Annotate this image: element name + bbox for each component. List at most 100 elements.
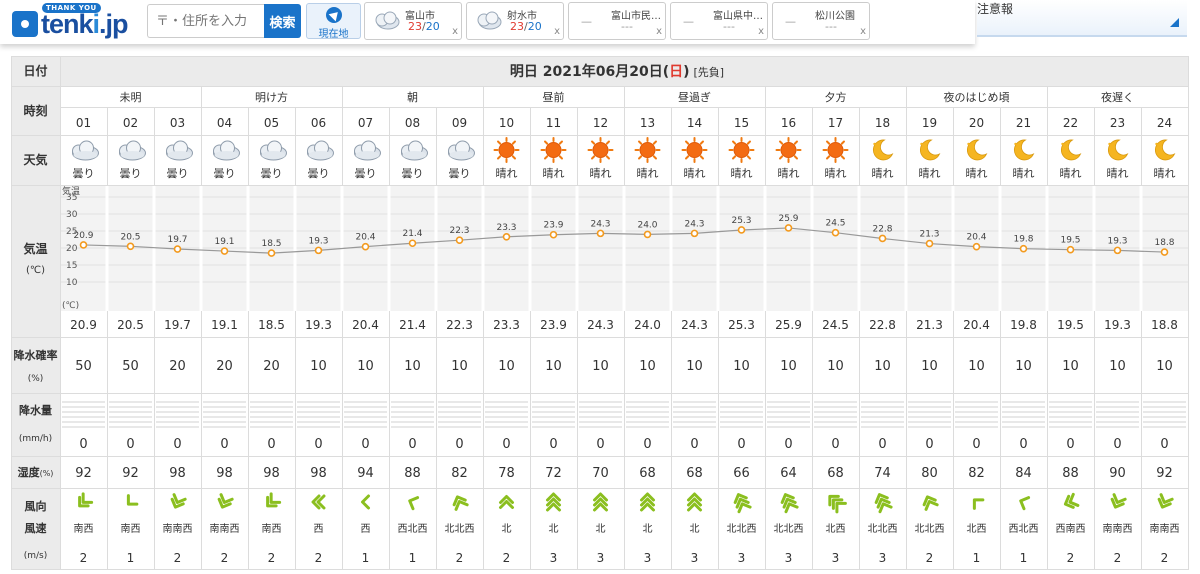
wind-dir-value: 西南西	[1056, 522, 1086, 535]
temp-value: 24.3	[681, 318, 708, 332]
weather-label: 天気	[23, 152, 47, 167]
precip-prob-value: 10	[451, 359, 468, 374]
sunny-icon	[728, 137, 755, 163]
temp-data-label: 19.5	[1060, 236, 1080, 246]
current-location-button[interactable]: 現在地	[306, 3, 361, 40]
table-border	[11, 56, 1189, 570]
precip-amt-lane	[1096, 421, 1139, 423]
wind-direction-icon	[687, 492, 702, 512]
precip-amt-lane	[626, 401, 669, 403]
weather-text: 曇り	[308, 167, 330, 180]
remove-place-icon[interactable]: x	[656, 26, 662, 37]
precip-prob-value: 10	[874, 359, 891, 374]
weather-text: 曇り	[167, 167, 189, 180]
wind-speed-value: 2	[1067, 551, 1075, 565]
wind-dir-value: 北北西	[445, 523, 475, 535]
precip-amt-value: 0	[737, 437, 745, 452]
wind-direction-icon	[972, 498, 985, 510]
precip-prob-unit-label: (%)	[28, 374, 44, 384]
place-temps: ---	[621, 20, 633, 33]
humidity-value: 88	[404, 466, 421, 481]
precip-amt-lane	[438, 426, 481, 428]
remove-place-icon[interactable]: x	[452, 26, 458, 37]
hourly-forecast-table: 353025201510気温(℃)日付時刻天気気温(℃)降水確率(%)降水量(m…	[11, 56, 1189, 570]
humidity-value: 94	[357, 466, 374, 481]
wind-dir-value: 南南西	[1150, 522, 1180, 535]
period-label: 夜遅く	[1101, 90, 1134, 104]
precip-amt-lane	[626, 421, 669, 423]
precip-amt-value: 0	[1160, 437, 1168, 452]
humidity-value: 72	[545, 466, 562, 481]
humidity-value: 90	[1109, 466, 1126, 481]
precip-amt-lane	[438, 401, 481, 403]
precip-amt-lane	[156, 411, 199, 413]
precip-amt-lane	[767, 421, 810, 423]
place-name: 富山市民…	[611, 11, 661, 22]
humidity-value: 98	[216, 466, 233, 481]
precip-amt-lane	[203, 401, 246, 403]
precip-amt-lane	[109, 416, 152, 418]
precip-prob-value: 10	[498, 359, 515, 374]
precip-prob-value: 20	[263, 359, 280, 374]
location-arrow-icon	[326, 7, 342, 23]
wind-dir-value: 北	[690, 523, 700, 535]
precip-amt-value: 0	[1019, 437, 1027, 452]
hour-label: 22	[1063, 116, 1078, 130]
saved-place-4[interactable]: — 富山県中… --- x	[670, 2, 768, 40]
precip-amt-lane	[532, 416, 575, 418]
humidity-value: 92	[122, 466, 139, 481]
precip-amt-lane	[109, 411, 152, 413]
temp-data-label: 24.3	[684, 219, 704, 229]
precip-amt-lane	[955, 416, 998, 418]
saved-place-1[interactable]: 富山市 23/20 x	[364, 2, 462, 40]
weather-text: 晴れ	[825, 167, 847, 180]
wind-direction-icon	[874, 493, 893, 514]
precip-amt-lane	[1049, 426, 1092, 428]
search-input[interactable]	[147, 4, 265, 38]
precip-amt-lane	[1096, 401, 1139, 403]
precip-amt-lane	[203, 411, 246, 413]
y-tick-label: 10	[66, 278, 78, 288]
temp-value: 18.8	[1151, 318, 1178, 332]
humidity-value: 82	[968, 466, 985, 481]
weather-text: 晴れ	[1060, 167, 1082, 180]
wind-direction-icon	[78, 492, 94, 508]
wind-speed-value: 3	[644, 551, 652, 565]
temp-value: 19.8	[1010, 318, 1037, 332]
wind-direction-icon	[217, 493, 234, 509]
precip-amt-lane	[1002, 406, 1045, 408]
precip-prob-value: 10	[639, 359, 656, 374]
remove-place-icon[interactable]: x	[554, 26, 560, 37]
precip-prob-value: 10	[310, 359, 327, 374]
sunny-icon	[493, 137, 520, 163]
wind-direction-icon	[1063, 492, 1080, 509]
sunny-icon	[634, 137, 661, 163]
place-temps: 23/20	[510, 20, 542, 33]
hour-label: 07	[358, 116, 373, 130]
wind-direction-icon	[266, 492, 282, 508]
hour-label: 03	[170, 116, 185, 130]
hour-label: 02	[123, 116, 138, 130]
period-label: 昼過ぎ	[678, 90, 711, 104]
cloudy-icon	[72, 140, 99, 161]
tenki-logo[interactable]: THANK YOU tenki.jp	[8, 3, 138, 41]
saved-place-5[interactable]: — 松川公園 --- x	[772, 2, 870, 40]
precip-amt-value: 0	[690, 437, 698, 452]
precip-amt-lane	[532, 406, 575, 408]
logo-text: tenki.jp	[41, 9, 129, 39]
saved-place-3[interactable]: — 富山市民… --- x	[568, 2, 666, 40]
precip-amt-lane	[720, 426, 763, 428]
precip-amt-lane	[1002, 411, 1045, 413]
remove-place-icon[interactable]: x	[758, 26, 764, 37]
place-icon-placeholder: —	[785, 15, 796, 28]
saved-place-2[interactable]: 射水市 23/20 x	[466, 2, 564, 40]
temp-data-label: 22.3	[449, 226, 469, 236]
wind-speed-value: 2	[315, 551, 323, 565]
precip-amt-lane	[626, 426, 669, 428]
alert-dropdown[interactable]: 注意報	[977, 0, 1187, 37]
wind-dir-value: 南西	[262, 522, 282, 535]
precip-amt-lane	[861, 421, 904, 423]
precip-amt-value: 0	[79, 437, 87, 452]
remove-place-icon[interactable]: x	[860, 26, 866, 37]
search-button[interactable]: 検索	[264, 4, 301, 38]
